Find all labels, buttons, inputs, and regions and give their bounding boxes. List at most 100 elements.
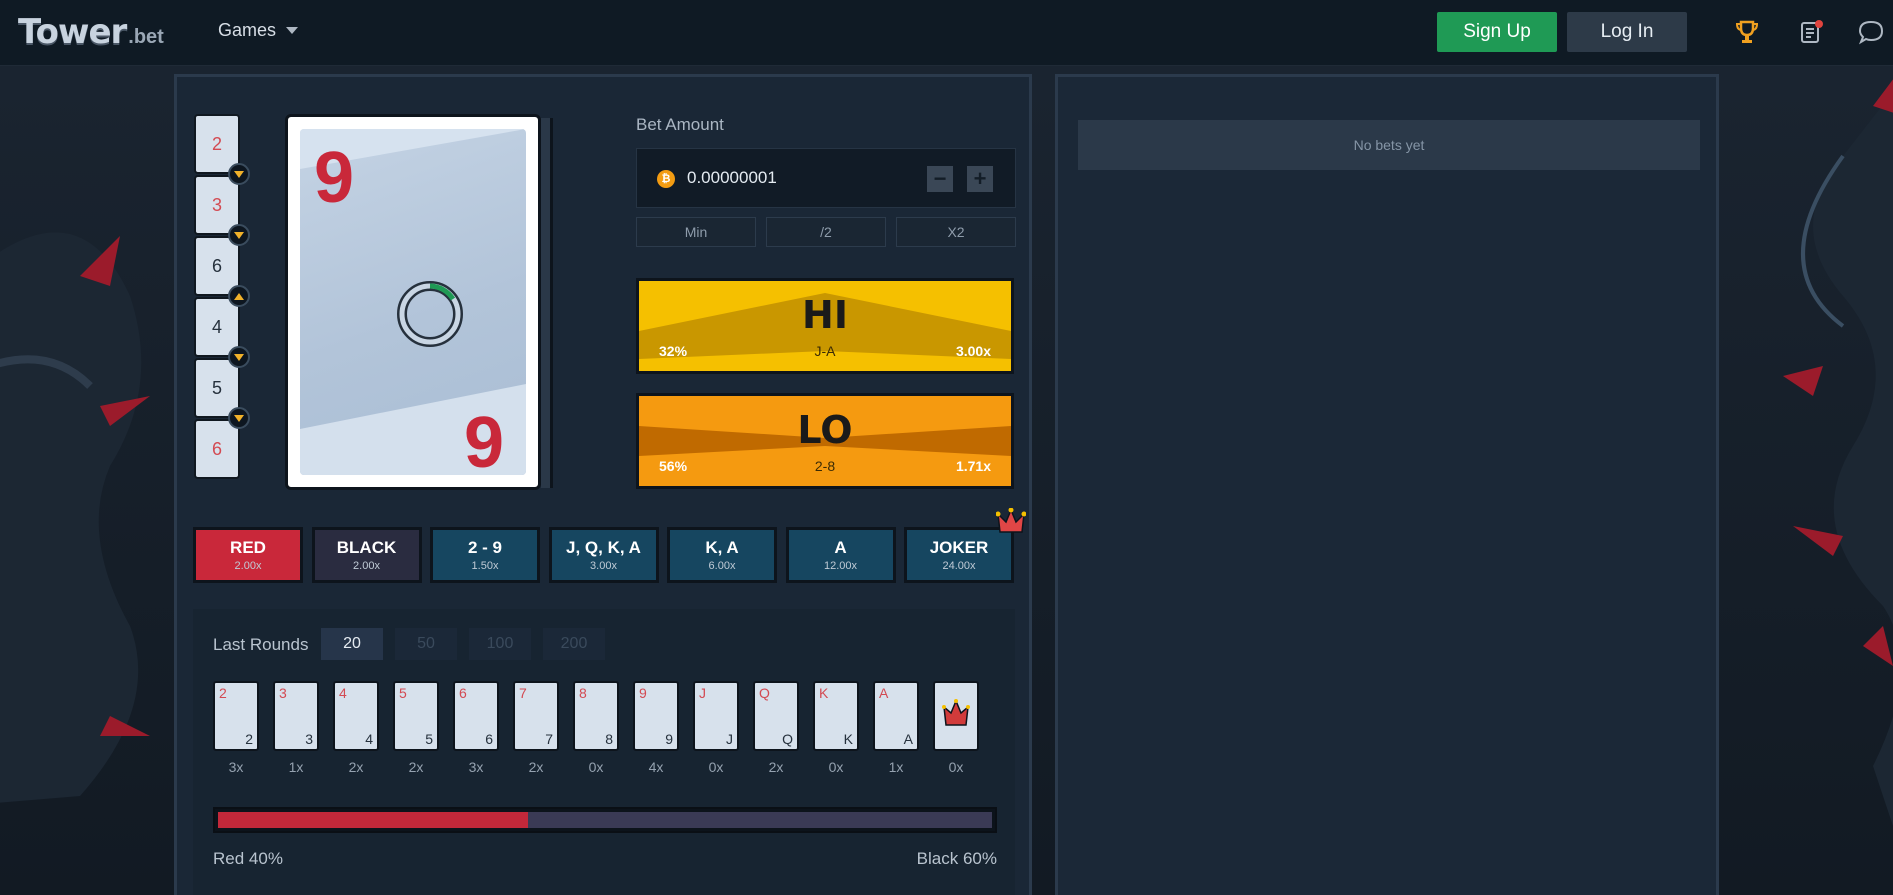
card-rank-bottom: 9 [464,403,505,483]
trophy-icon[interactable] [1733,18,1761,46]
games-dropdown[interactable]: Games [218,20,299,41]
arrow-down-icon [234,170,244,178]
jester-hat-icon [996,508,1026,533]
top-navigation-bar: Tower .bet Games Sign Up Log In [0,0,1893,66]
history-direction-badge [228,224,250,246]
rounds-option-50[interactable]: 50 [395,628,457,660]
log-in-button[interactable]: Log In [1567,12,1687,52]
rounds-option-100[interactable]: 100 [469,628,531,660]
card-rank-corner: 2 [245,731,253,747]
side-bet-button[interactable]: K, A 6.00x [667,527,777,583]
side-bet-button[interactable]: J, Q, K, A 3.00x [548,527,659,583]
black-percentage: Black 60% [916,849,997,868]
side-bet-multiplier: 12.00x [823,560,858,572]
card-count: 3x [468,759,484,775]
hi-button[interactable]: HI 32% J-A 3.00x [636,278,1014,374]
card-rank-corner: A [879,685,889,701]
dragon-left-illustration [0,232,150,803]
arrow-down-icon [234,414,244,422]
rank-card: JJ [693,681,739,751]
card-rank-corner: 7 [519,685,527,701]
joker-card [933,681,979,751]
card-rank-corner: K [819,685,829,701]
side-bet-button[interactable]: RED 2.00x [193,527,303,583]
rank-card: 33 [273,681,319,751]
side-bet-multiplier: 24.00x [942,560,976,572]
hi-title: HI [802,293,848,337]
side-bet-multiplier: 2.00x [353,560,380,572]
side-bet-label: RED [230,538,266,557]
half-bet-button[interactable]: /2 [766,217,886,247]
card-count: 2x [408,759,424,775]
card-rank-corner: 3 [279,685,287,701]
rounds-option-200[interactable]: 200 [543,628,605,660]
hi-multiplier: 3.00x [955,343,991,359]
last-rounds-panel: Last Rounds 20 50 100 200 2 2 3x 3 3 1x 4 4 2x 5 5 2x 6… [193,609,1015,895]
rank-card: 88 [573,681,619,751]
card-count: 2x [528,759,544,775]
bitcoin-icon: ₿ [657,170,675,188]
side-bet-button[interactable]: BLACK 2.00x [311,527,422,583]
arrow-up-icon [234,292,244,300]
last-rounds-label: Last Rounds [213,635,309,654]
chat-icon[interactable] [1857,18,1885,46]
side-bet-button[interactable]: A 12.00x [785,527,896,583]
history-direction-badge [228,285,250,307]
red-ratio-fill [218,812,528,828]
bet-amount-value[interactable]: 0.00000001 [687,168,777,188]
card-count: 2x [768,759,784,775]
rank-card: 99 [633,681,679,751]
card-count: 0x [708,759,724,775]
decrease-bet-button[interactable]: − [927,166,953,192]
card-count: 3x [228,759,244,775]
jester-hat-icon [942,699,970,726]
no-bets-message: No bets yet [1078,120,1700,170]
logo-wordmark: Tower [18,12,127,52]
bet-amount-label: Bet Amount [636,115,724,134]
history-direction-badge [228,407,250,429]
sign-up-button[interactable]: Sign Up [1437,12,1557,52]
ratio-track [218,812,992,828]
rank-card: 77 [513,681,559,751]
side-bet-label: K, A [705,538,739,557]
min-bet-button[interactable]: Min [636,217,756,247]
history-direction-badge [228,346,250,368]
games-label: Games [218,20,277,40]
card-rank-corner: 8 [605,731,613,747]
card-rank-corner: K [843,731,853,747]
side-bet-label: 2 - 9 [467,538,503,557]
card-rank-corner: 3 [305,731,313,747]
side-bet-label: J, Q, K, A [566,538,641,557]
history-card: 6 [194,419,240,479]
history-direction-badge [228,163,250,185]
red-black-ratio-bar [213,807,997,833]
rounds-option-20[interactable]: 20 [321,628,383,660]
card-rank-corner: 9 [639,685,647,701]
card-rank-corner: 6 [485,731,493,747]
side-bet-button[interactable]: 2 - 9 1.50x [430,527,540,583]
card-count: 1x [288,759,304,775]
card-rank-corner: 9 [665,731,673,747]
tower-bet-logo[interactable]: Tower .bet [18,12,164,52]
red-percentage: Red 40% [213,849,283,868]
double-bet-button[interactable]: X2 [896,217,1016,247]
logo-tld: .bet [128,26,164,48]
bets-panel: No bets yet [1055,74,1719,895]
card-rank-corner: A [903,731,913,747]
side-bet-multiplier: 6.00x [708,560,736,572]
card-count: 0x [828,759,844,775]
lo-button[interactable]: LO 56% 2-8 1.71x [636,393,1014,489]
card-count: 0x [948,759,964,775]
card-rank-top: 9 [314,138,355,218]
card-rank-corner: 5 [399,685,407,701]
bet-amount-field[interactable]: ₿ 0.00000001 − + [636,148,1016,208]
side-bet-label: JOKER [929,538,989,557]
bet-slip-icon[interactable] [1797,18,1825,46]
card-rank-corner: 2 [219,685,227,701]
side-bet-label: BLACK [336,538,397,557]
card-rank-corner: 4 [339,685,347,701]
chevron-down-icon [286,27,299,34]
card-rank-corner: 8 [579,685,587,701]
card-rank-corner: 4 [365,731,373,747]
increase-bet-button[interactable]: + [967,166,993,192]
